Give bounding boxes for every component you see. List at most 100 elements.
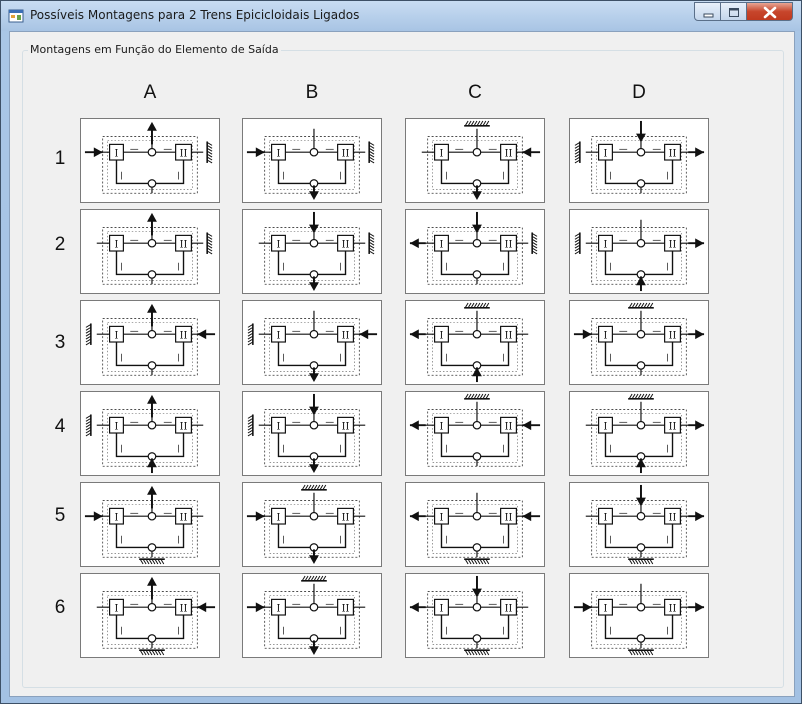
app-window: Possíveis Montagens para 2 Trens Epicicl… [0, 0, 802, 704]
gear-train-diagram: I II [574, 219, 705, 292]
stage-label-ii: II [669, 149, 677, 160]
gear-train-diagram: I II [409, 492, 541, 565]
stage-label-ii: II [505, 240, 513, 251]
stage-label-i: I [277, 149, 281, 160]
stage-label-i: I [277, 513, 281, 524]
montage-cell-b4[interactable]: I II [242, 391, 382, 476]
montage-cell-a6[interactable]: I II [80, 573, 220, 658]
stage-label-ii: II [669, 240, 677, 251]
column-header-a: A [143, 82, 157, 103]
stage-label-i: I [115, 513, 119, 524]
stage-label-ii: II [505, 149, 513, 160]
stage-label-ii: II [342, 604, 350, 615]
stage-label-i: I [440, 240, 444, 251]
gear-train-diagram: I II [409, 211, 538, 285]
stage-label-ii: II [342, 240, 350, 251]
stage-label-i: I [115, 422, 119, 433]
gear-train-diagram: I II [585, 393, 705, 474]
montage-cell-c5[interactable]: I II [405, 482, 545, 567]
stage-label-ii: II [505, 513, 513, 524]
column-header-b: B [305, 82, 319, 103]
montage-cell-a2[interactable]: I II [80, 209, 220, 294]
gear-train-diagram: I II [246, 575, 366, 656]
montage-cell-a5[interactable]: I II [80, 482, 220, 567]
gear-train-diagram: I II [85, 394, 204, 474]
stage-label-i: I [440, 149, 444, 160]
minimize-icon [703, 13, 714, 18]
stage-label-ii: II [180, 149, 188, 160]
gear-train-diagram: I II [84, 121, 213, 194]
stage-label-ii: II [342, 513, 350, 524]
column-header-c: C [468, 82, 482, 103]
window-title: Possíveis Montagens para 2 Trens Epicicl… [30, 8, 360, 22]
stage-label-ii: II [342, 331, 350, 342]
montage-cell-a1[interactable]: I II [80, 118, 220, 203]
maximize-button[interactable] [721, 2, 747, 21]
montage-cell-c4[interactable]: I II [405, 391, 545, 476]
stage-label-i: I [277, 331, 281, 342]
app-icon [8, 9, 24, 23]
gear-train-diagram: I II [258, 211, 375, 292]
montage-cell-b6[interactable]: I II [242, 573, 382, 658]
gear-train-diagram: I II [246, 484, 366, 565]
close-icon [763, 6, 777, 19]
row-header-4: 4 [54, 416, 66, 437]
montage-cell-d5[interactable]: I II [569, 482, 709, 567]
row-header-5: 5 [54, 505, 66, 526]
stage-label-ii: II [669, 422, 677, 433]
row-header-1: 1 [54, 148, 66, 169]
gear-train-diagram: I II [247, 310, 378, 383]
stage-label-i: I [440, 331, 444, 342]
gear-train-diagram: I II [96, 576, 216, 656]
stage-label-i: I [115, 331, 119, 342]
stage-label-ii: II [669, 604, 677, 615]
gear-train-diagram: I II [409, 302, 529, 383]
montage-cell-d6[interactable]: I II [569, 573, 709, 658]
gear-train-diagram: I II [574, 120, 705, 194]
montage-cell-b2[interactable]: I II [242, 209, 382, 294]
gear-train-diagram: I II [585, 484, 705, 565]
montage-cell-c6[interactable]: I II [405, 573, 545, 658]
stage-label-i: I [604, 604, 608, 615]
montage-cell-b3[interactable]: I II [242, 300, 382, 385]
row-header-3: 3 [54, 332, 66, 353]
stage-label-ii: II [505, 604, 513, 615]
montage-cell-b5[interactable]: I II [242, 482, 382, 567]
stage-label-i: I [440, 604, 444, 615]
montage-cell-c2[interactable]: I II [405, 209, 545, 294]
gear-train-diagram: I II [573, 583, 705, 656]
stage-label-ii: II [505, 422, 513, 433]
montage-cell-a4[interactable]: I II [80, 391, 220, 476]
gear-train-diagram: I II [85, 303, 216, 376]
gear-train-diagram: I II [84, 485, 204, 565]
gear-train-diagram: I II [421, 120, 541, 201]
montage-cell-d4[interactable]: I II [569, 391, 709, 476]
stage-label-i: I [604, 513, 608, 524]
montage-cell-d3[interactable]: I II [569, 300, 709, 385]
stage-label-ii: II [669, 331, 677, 342]
form-client-area: Montagens em Função do Elemento de Saída… [9, 31, 795, 697]
title-bar[interactable]: Possíveis Montagens para 2 Trens Epicicl… [1, 1, 801, 31]
montage-cell-c3[interactable]: I II [405, 300, 545, 385]
groupbox-title: Montagens em Função do Elemento de Saída [28, 43, 281, 56]
stage-label-i: I [115, 240, 119, 251]
montage-cell-a3[interactable]: I II [80, 300, 220, 385]
close-button[interactable] [747, 2, 793, 21]
montage-cell-d2[interactable]: I II [569, 209, 709, 294]
stage-label-i: I [604, 331, 608, 342]
stage-label-ii: II [180, 422, 188, 433]
row-header-2: 2 [54, 234, 66, 255]
montage-cell-b1[interactable]: I II [242, 118, 382, 203]
row-header-6: 6 [54, 597, 66, 618]
maximize-icon [729, 8, 739, 17]
stage-label-i: I [277, 240, 281, 251]
stage-label-ii: II [180, 240, 188, 251]
gear-train-diagram: I II [573, 302, 705, 376]
montage-cell-d1[interactable]: I II [569, 118, 709, 203]
stage-label-i: I [277, 422, 281, 433]
minimize-button[interactable] [694, 2, 721, 21]
stage-label-i: I [604, 149, 608, 160]
gear-train-diagram: I II [247, 393, 366, 474]
gear-train-diagram: I II [409, 393, 541, 467]
montage-cell-c1[interactable]: I II [405, 118, 545, 203]
